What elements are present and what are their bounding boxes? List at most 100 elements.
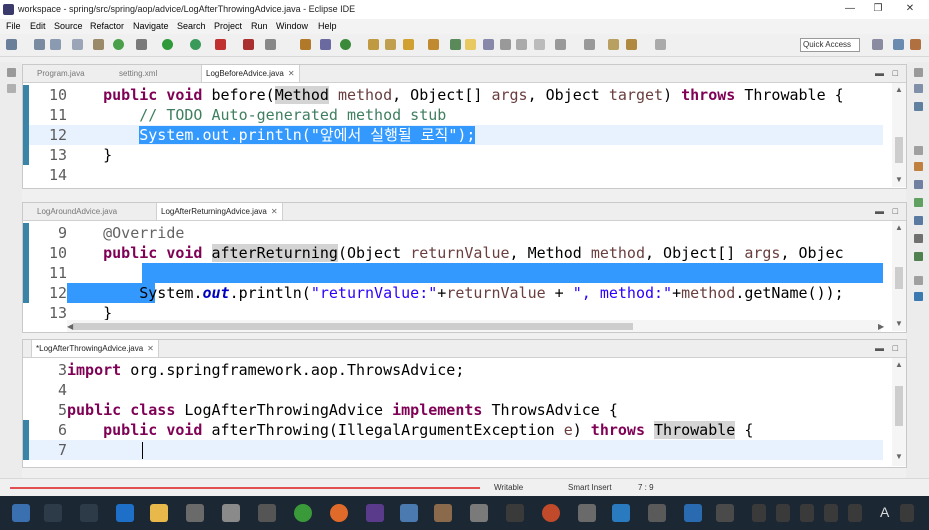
code-line[interactable]: 7 [23,440,883,460]
previous-annotation-icon[interactable] [584,39,595,50]
code-line[interactable]: 4 [23,380,883,400]
code-line[interactable]: 13 } [23,145,883,165]
run-icon[interactable] [162,39,173,50]
new-icon[interactable] [6,39,17,50]
code-line[interactable]: 12 System.out.println("앞에서 실행될 로직"); [23,125,883,145]
stop-icon[interactable] [243,39,254,50]
eclipse-active-icon[interactable] [434,504,452,522]
debug-icon[interactable] [136,39,147,50]
menu-help[interactable]: Help [318,21,337,31]
javadoc-icon[interactable] [914,180,923,189]
code-line[interactable]: 5 public class LogAfterThrowingAdvice imp… [23,400,883,420]
open-type-icon[interactable] [368,39,379,50]
menu-run[interactable]: Run [251,21,268,31]
scroll-thumb[interactable] [895,137,903,163]
code-line[interactable]: 11 // TODO Auto-generated method stub [23,105,883,125]
calendar-icon[interactable] [186,504,204,522]
status-insert-mode[interactable]: Smart Insert [568,483,612,492]
menu-refactor[interactable]: Refactor [90,21,124,31]
menu-edit[interactable]: Edit [30,21,46,31]
close-tab-icon[interactable]: ✕ [288,69,295,78]
tab-setting-xml[interactable]: setting.xml [119,65,157,82]
menu-project[interactable]: Project [214,21,242,31]
code-line[interactable]: 10 public void before(Method method, Obj… [23,85,883,105]
chrome-icon[interactable] [294,504,312,522]
tray-expand-icon[interactable] [752,504,766,522]
settings-icon[interactable] [470,504,488,522]
quick-access-input[interactable]: Quick Access [800,38,860,52]
open-task-icon[interactable] [385,39,396,50]
scroll-thumb[interactable] [895,267,903,289]
menu-source[interactable]: Source [54,21,83,31]
photos-icon[interactable] [578,504,596,522]
history-icon[interactable] [914,292,923,301]
menu-window[interactable]: Window [276,21,308,31]
problems-icon[interactable] [914,162,923,171]
close-tab-icon[interactable]: ✕ [271,207,278,216]
search-icon[interactable] [44,504,62,522]
tab-logaroundadvice-java[interactable]: LogAroundAdvice.java [37,203,117,220]
servers-icon[interactable] [914,234,923,243]
scroll-thumb[interactable] [73,323,633,330]
tab-program-java[interactable]: Program.java [37,65,85,82]
highlight-icon[interactable] [465,39,476,50]
minimize-button[interactable]: — [840,2,860,16]
vertical-scrollbar[interactable]: ▲ ▼ [892,221,906,331]
tab-logafterreturningadvice-java[interactable]: LogAfterReturningAdvice.java ✕ [156,203,283,220]
maximize-button[interactable]: ❐ [868,2,888,16]
back-icon[interactable] [626,39,637,50]
menu-file[interactable]: File [6,21,21,31]
outline-icon[interactable] [914,84,923,93]
minimize-pane-icon[interactable]: ▬ [875,343,884,353]
maximize-pane-icon[interactable]: □ [893,343,898,353]
task-view-icon[interactable] [80,504,98,522]
menu-navigate[interactable]: Navigate [133,21,169,31]
build-icon[interactable] [300,39,311,50]
scroll-down-icon[interactable]: ▼ [895,452,903,461]
coverage-icon[interactable] [190,39,201,50]
new-class-icon[interactable] [340,39,351,50]
open-resource-icon[interactable] [428,39,439,50]
block-selection-icon[interactable] [500,39,511,50]
restore-icon[interactable] [914,68,923,77]
last-edit-icon[interactable] [608,39,619,50]
menu-search[interactable]: Search [177,21,206,31]
windows-start-icon[interactable] [12,504,30,522]
store-icon[interactable] [258,504,276,522]
java-ee-perspective-icon[interactable] [893,39,904,50]
input-language[interactable]: A [880,504,889,520]
annotation-icon[interactable] [450,39,461,50]
horizontal-scrollbar[interactable] [67,320,881,332]
external-tools-icon[interactable] [215,39,226,50]
show-whitespace-icon[interactable] [483,39,494,50]
notepad-icon[interactable] [400,504,418,522]
tab-logafterthrowingadvice-java[interactable]: *LogAfterThrowingAdvice.java ✕ [31,340,159,357]
powerpoint-icon[interactable] [542,504,560,522]
progress-icon[interactable] [914,252,923,261]
new-java-project-icon[interactable] [320,39,331,50]
firefox-icon[interactable] [330,504,348,522]
skip-breakpoints-icon[interactable] [93,39,104,50]
save-icon[interactable] [34,39,45,50]
vertical-scrollbar[interactable]: ▲ ▼ [892,83,906,187]
restore-icon[interactable] [7,68,16,77]
open-perspective-icon[interactable] [872,39,883,50]
maximize-pane-icon[interactable]: □ [893,68,898,78]
file-explorer-icon[interactable] [150,504,168,522]
vertical-scrollbar[interactable]: ▲ ▼ [892,358,906,466]
close-tab-icon[interactable]: ✕ [147,344,154,353]
next-annotation-icon[interactable] [555,39,566,50]
code-line[interactable]: 6 public void afterThrowing(IllegalArgum… [23,420,883,440]
minimize-pane-icon[interactable]: ▬ [875,206,884,216]
terminal-icon[interactable] [506,504,524,522]
ie-icon[interactable] [612,504,630,522]
explorer-icon[interactable] [648,504,666,522]
scroll-down-icon[interactable]: ▼ [895,319,903,328]
console-icon[interactable] [914,216,923,225]
code-line[interactable]: 3 import org.springframework.aop.ThrowsAd… [23,360,883,380]
code-line[interactable]: 14 [23,165,883,185]
network-icon[interactable] [776,504,790,522]
terminate-icon[interactable] [265,39,276,50]
restore-icon[interactable] [914,146,923,155]
close-button[interactable]: ✕ [900,2,920,16]
